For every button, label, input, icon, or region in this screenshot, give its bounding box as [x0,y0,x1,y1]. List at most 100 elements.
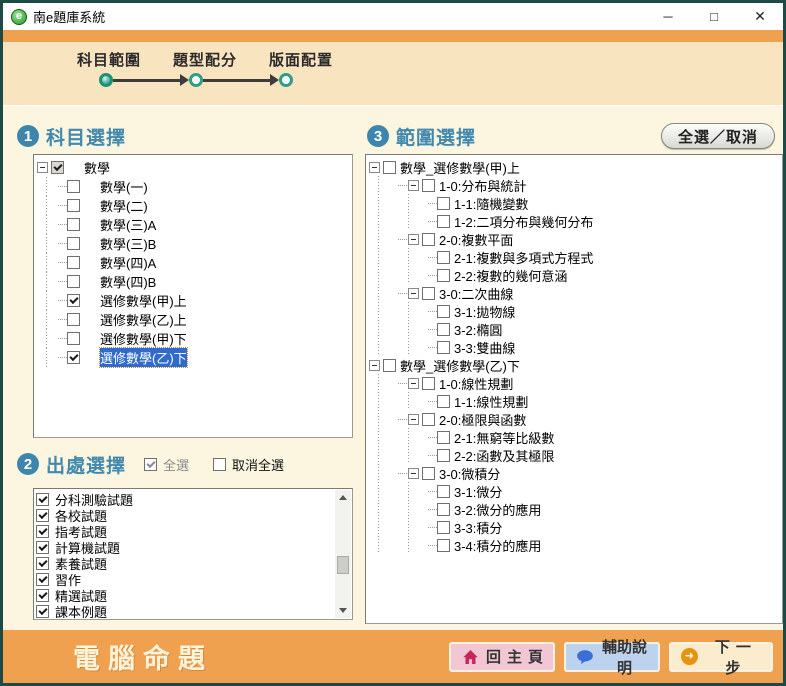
tree-label[interactable]: 選修數學(乙)上 [100,310,187,329]
select-all-checkbox[interactable] [144,458,157,471]
tree-label[interactable]: 2-2:複數的幾何意涵 [454,266,567,285]
tree-row[interactable]: 選修數學(甲)上 [36,291,350,310]
tree-checkbox[interactable] [51,161,64,174]
tree-label[interactable]: 1-1:線性規劃 [454,392,528,411]
tree-row[interactable]: 2-2:複數的幾何意涵 [368,266,780,284]
tree-label[interactable]: 選修數學(甲)上 [100,291,187,310]
list-item-label[interactable]: 課本例題 [55,602,107,621]
tree-checkbox[interactable] [437,341,450,354]
tree-label[interactable]: 3-1:拋物線 [454,302,515,321]
tree-label[interactable]: 數學 [84,158,110,177]
minimize-button[interactable]: ─ [645,3,691,30]
tree-checkbox[interactable] [67,180,80,193]
collapse-icon[interactable] [408,468,419,479]
tree-row[interactable]: 1-2:二項分布與幾何分布 [368,212,780,230]
tree-row[interactable]: 選修數學(乙)下 [36,348,350,367]
tree-checkbox[interactable] [422,467,435,480]
tree-label[interactable]: 3-2:微分的應用 [454,500,541,519]
tree-checkbox[interactable] [437,431,450,444]
tree-checkbox[interactable] [437,503,450,516]
tree-checkbox[interactable] [36,557,49,570]
tree-label[interactable]: 數學_選修數學(甲)上 [400,158,520,177]
tree-checkbox[interactable] [437,485,450,498]
tree-label[interactable]: 數學(二) [100,196,148,215]
tree-checkbox[interactable] [437,269,450,282]
tree-row[interactable]: 3-0:二次曲線 [368,284,780,302]
tree-checkbox[interactable] [383,359,396,372]
collapse-icon[interactable] [408,288,419,299]
collapse-icon[interactable] [408,180,419,191]
tree-label[interactable]: 3-4:積分的應用 [454,536,541,555]
tree-checkbox[interactable] [36,541,49,554]
tree-label[interactable]: 2-0:極限與函數 [439,410,526,429]
tree-checkbox[interactable] [67,218,80,231]
collapse-icon[interactable] [408,378,419,389]
tree-row[interactable]: 數學(四)A [36,253,350,272]
tree-row[interactable]: 3-0:微積分 [368,464,780,482]
tree-checkbox[interactable] [36,525,49,538]
deselect-all-checkbox[interactable] [213,458,226,471]
tree-checkbox[interactable] [437,197,450,210]
tree-label[interactable]: 3-1:微分 [454,482,502,501]
tree-label[interactable]: 3-3:積分 [454,518,502,537]
tree-row[interactable]: 3-1:拋物線 [368,302,780,320]
tree-row[interactable]: 2-0:極限與函數 [368,410,780,428]
select-all-toggle-button[interactable]: 全選／取消 [661,123,775,149]
tree-checkbox[interactable] [437,449,450,462]
tree-checkbox[interactable] [67,332,80,345]
tree-row[interactable]: 1-1:隨機變數 [368,194,780,212]
tree-checkbox[interactable] [36,589,49,602]
tree-checkbox[interactable] [437,395,450,408]
tree-checkbox[interactable] [437,305,450,318]
tree-label[interactable]: 2-0:複數平面 [439,230,513,249]
tree-row[interactable]: 1-1:線性規劃 [368,392,780,410]
tree-row[interactable]: 2-0:複數平面 [368,230,780,248]
tree-label[interactable]: 數學_選修數學(乙)下 [400,356,520,375]
scrollbar[interactable] [335,490,351,618]
tree-row[interactable]: 1-0:線性規劃 [368,374,780,392]
scroll-down-icon[interactable] [335,603,351,618]
tree-row[interactable]: 數學_選修數學(乙)下 [368,356,780,374]
tree-checkbox[interactable] [437,521,450,534]
tree-row[interactable]: 3-3:雙曲線 [368,338,780,356]
tree-label[interactable]: 1-0:線性規劃 [439,374,513,393]
tree-label[interactable]: 2-1:無窮等比級數 [454,428,554,447]
tree-row[interactable]: 3-3:積分 [368,518,780,536]
tree-row[interactable]: 選修數學(甲)下 [36,329,350,348]
tree-checkbox[interactable] [422,179,435,192]
tree-checkbox[interactable] [36,493,49,506]
tree-checkbox[interactable] [422,413,435,426]
tree-row[interactable]: 數學(四)B [36,272,350,291]
tree-row[interactable]: 數學_選修數學(甲)上 [368,158,780,176]
tree-checkbox[interactable] [67,256,80,269]
tree-label[interactable]: 數學(三)B [100,234,156,253]
list-item[interactable]: 素養試題 [36,555,352,571]
tree-row[interactable]: 3-2:微分的應用 [368,500,780,518]
tree-checkbox[interactable] [437,323,450,336]
collapse-icon[interactable] [37,162,48,173]
tree-checkbox[interactable] [422,377,435,390]
tree-checkbox[interactable] [422,287,435,300]
tree-checkbox[interactable] [383,161,396,174]
tree-row[interactable]: 3-4:積分的應用 [368,536,780,554]
tree-label[interactable]: 3-2:橢圓 [454,320,502,339]
tree-checkbox[interactable] [437,539,450,552]
close-button[interactable]: ✕ [737,3,783,30]
tree-label[interactable]: 數學(四)B [100,272,156,291]
tree-checkbox[interactable] [437,251,450,264]
tree-row[interactable]: 數學(一) [36,177,350,196]
tree-checkbox[interactable] [36,509,49,522]
tree-row[interactable]: 2-1:複數與多項式方程式 [368,248,780,266]
tree-checkbox[interactable] [36,605,49,618]
collapse-icon[interactable] [408,234,419,245]
tree-label[interactable]: 數學(一) [100,177,148,196]
tree-label[interactable]: 數學(四)A [100,253,156,272]
tree-checkbox[interactable] [67,351,80,364]
tree-checkbox[interactable] [67,275,80,288]
tree-row[interactable]: 數學(三)A [36,215,350,234]
tree-row[interactable]: 數學(三)B [36,234,350,253]
tree-row[interactable]: 數學 [36,158,350,177]
tree-label[interactable]: 3-0:微積分 [439,464,500,483]
tree-row[interactable]: 2-2:函數及其極限 [368,446,780,464]
list-item[interactable]: 課本例題 [36,603,352,619]
